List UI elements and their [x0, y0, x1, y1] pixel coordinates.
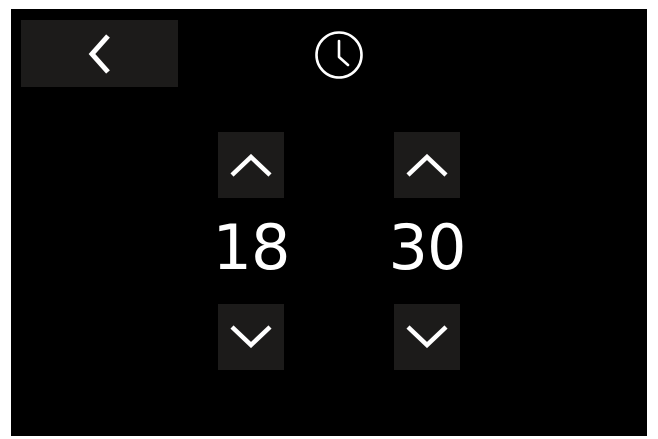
hours-value: 18	[212, 211, 291, 284]
chevron-down-icon	[230, 325, 272, 349]
time-setting-screen: 18 30	[11, 9, 647, 436]
hours-decrement-button[interactable]	[218, 304, 284, 370]
minutes-increment-button[interactable]	[394, 132, 460, 198]
chevron-up-icon	[406, 153, 448, 177]
chevron-up-icon	[230, 153, 272, 177]
back-button[interactable]	[21, 20, 178, 87]
minutes-value: 30	[388, 211, 467, 284]
clock-icon	[313, 29, 365, 81]
hours-increment-button[interactable]	[218, 132, 284, 198]
minutes-decrement-button[interactable]	[394, 304, 460, 370]
chevron-down-icon	[406, 325, 448, 349]
chevron-left-icon	[88, 33, 110, 74]
